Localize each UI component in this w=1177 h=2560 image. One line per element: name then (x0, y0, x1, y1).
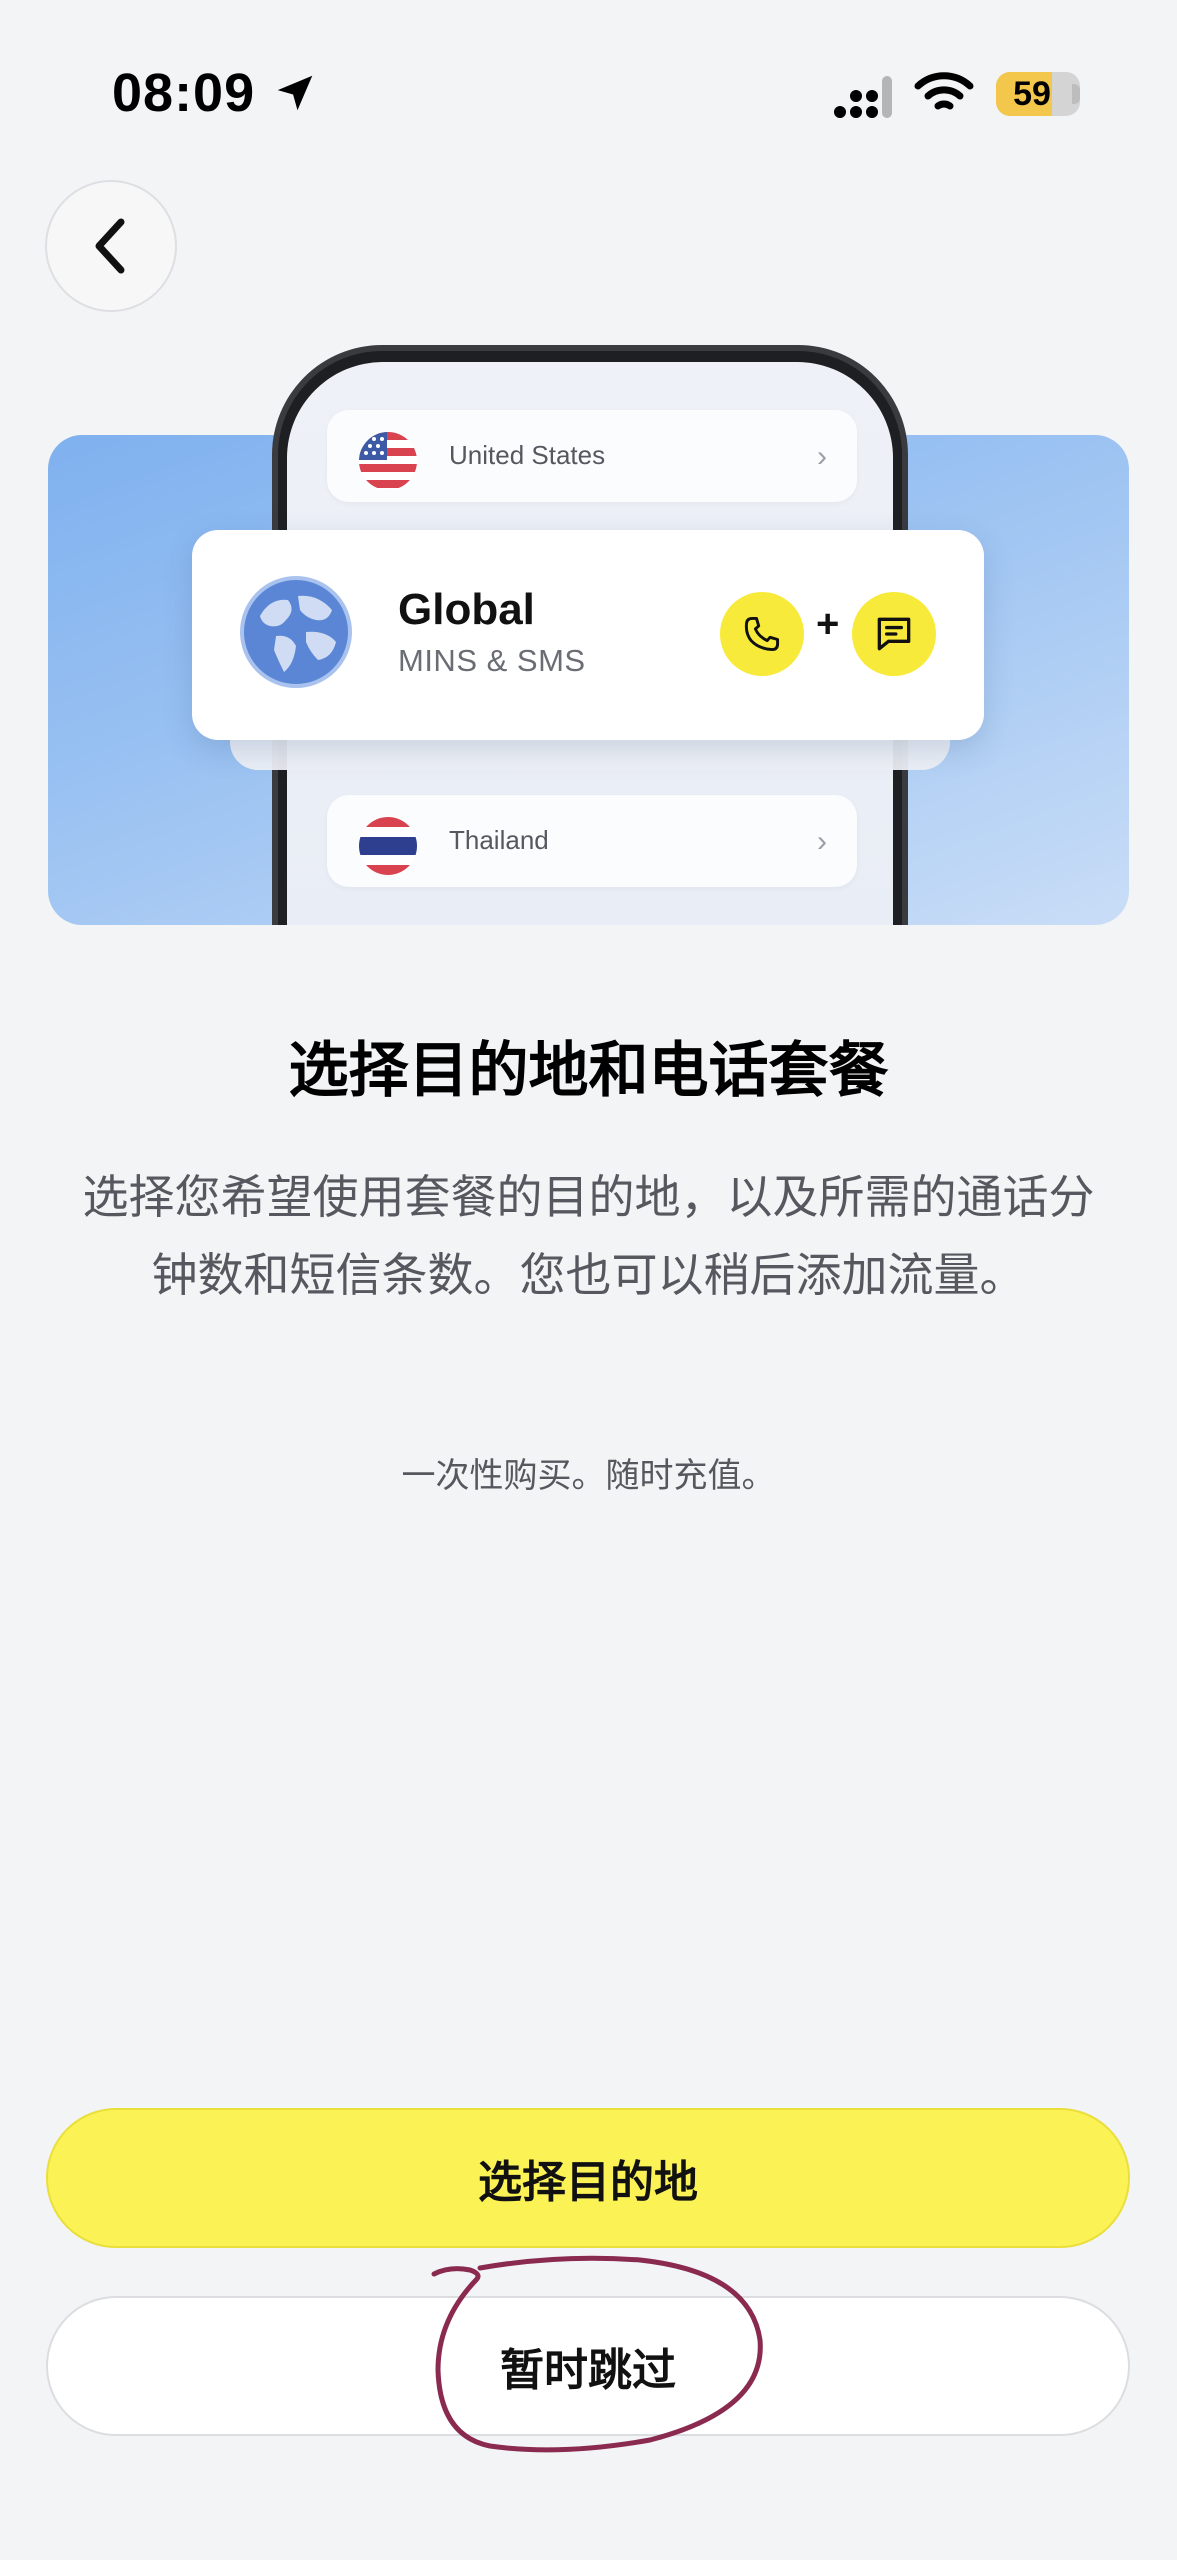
onboarding-screen: 08:09 59 United States › Thailand › Glob… (0, 0, 1177, 2560)
global-plan-card: Global MINS & SMS + (192, 530, 984, 740)
chevron-right-icon: › (817, 440, 827, 473)
location-arrow-icon (277, 75, 313, 111)
page-description: 选择您希望使用套餐的目的地，以及所需的通话分钟数和短信条数。您也可以稍后添加流量… (82, 1171, 1095, 1301)
message-icon (877, 617, 911, 651)
country-name: Thailand (449, 825, 549, 855)
battery-cap (1072, 84, 1080, 104)
phone-call-badge (720, 592, 804, 676)
back-button[interactable] (45, 180, 177, 312)
us-flag-icon (359, 432, 417, 490)
battery-level: 59 (1013, 75, 1051, 113)
country-name: United States (449, 440, 606, 470)
skip-for-now-button[interactable]: 暂时跳过 (46, 2296, 1130, 2436)
select-destination-button[interactable]: 选择目的地 (46, 2108, 1130, 2248)
purchase-note: 一次性购买。随时充值。 (401, 1457, 776, 1495)
country-card-thailand: Thailand › (327, 795, 857, 887)
sms-badge (852, 592, 936, 676)
country-card-united-states: United States › (327, 410, 857, 502)
page-title: 选择目的地和电话套餐 (288, 1037, 889, 1104)
phone-icon (744, 616, 780, 652)
cellular-signal-icon (834, 76, 892, 118)
status-time: 08:09 (112, 63, 256, 123)
plan-subtitle: MINS & SMS (398, 643, 586, 678)
wifi-icon (914, 72, 974, 110)
thailand-flag-icon (359, 817, 417, 875)
chevron-right-icon: › (817, 825, 827, 858)
chevron-left-icon (95, 218, 125, 274)
globe-icon (240, 576, 352, 688)
plan-title: Global (398, 585, 535, 634)
plus-sign: + (816, 602, 840, 646)
battery-indicator: 59 (996, 72, 1080, 116)
